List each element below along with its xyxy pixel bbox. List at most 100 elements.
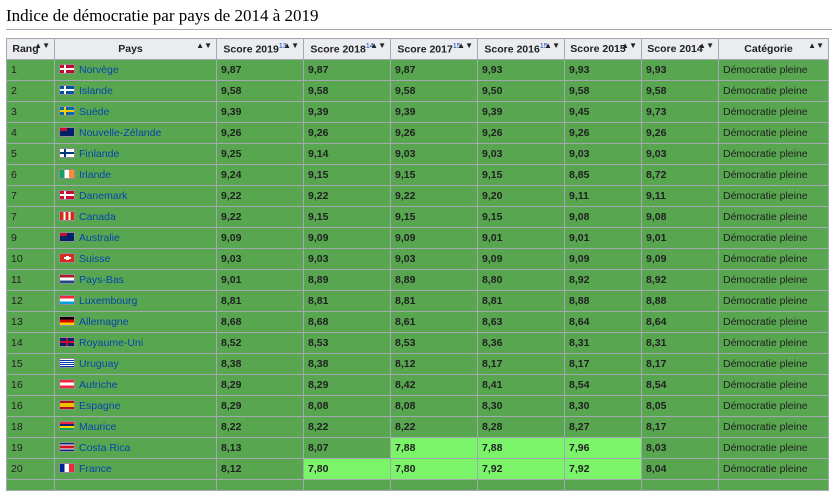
score-cell: 9,39	[216, 101, 304, 123]
score-cell: 9,15	[303, 206, 391, 228]
category-cell: Démocratie pleine	[718, 458, 829, 480]
score-cell: 8,07	[303, 437, 391, 459]
score-cell: 8,92	[564, 269, 642, 291]
column-header-score-2018[interactable]: Score 201814 ▲▼	[303, 38, 391, 60]
sort-icon[interactable]: ▲▼	[34, 42, 50, 50]
country-link[interactable]: Allemagne	[79, 316, 129, 328]
country-link[interactable]: Irlande	[79, 169, 111, 181]
sort-icon[interactable]: ▲▼	[698, 42, 714, 50]
score-cell: 9,15	[477, 164, 565, 186]
rank-cell: 4	[6, 122, 55, 144]
country-link[interactable]: Danemark	[79, 190, 127, 202]
score-cell: 9,73	[641, 101, 719, 123]
score-cell: 8,89	[303, 269, 391, 291]
sort-icon[interactable]: ▲▼	[457, 42, 473, 50]
table-body: 1 Norvège 9,87 9,87 9,87 9,93 9,93 9,93 Démocrat…	[6, 59, 829, 491]
rank-cell: 12	[6, 290, 55, 312]
france-flag-icon	[59, 463, 75, 473]
score-cell: 8,29	[216, 374, 304, 396]
score-cell: 9,11	[564, 185, 642, 207]
sort-icon[interactable]: ▲▼	[808, 42, 824, 50]
table-row: 18 Maurice 8,22 8,22 8,22 8,28 8,27 8,17 Démocra…	[6, 416, 829, 438]
country-link[interactable]: Luxembourg	[79, 295, 137, 307]
score-cell: 8,53	[390, 332, 478, 354]
table-cell	[216, 479, 304, 491]
sort-icon[interactable]: ▲▼	[544, 42, 560, 50]
rank-cell: 14	[6, 332, 55, 354]
country-link[interactable]: Nouvelle-Zélande	[79, 127, 161, 139]
score-cell: 8,38	[303, 353, 391, 375]
sort-icon[interactable]: ▲▼	[370, 42, 386, 50]
country-link[interactable]: Autriche	[79, 379, 118, 391]
country-cell: Espagne	[54, 395, 217, 417]
sort-icon[interactable]: ▲▼	[621, 42, 637, 50]
column-header-score-2016[interactable]: Score 201615 ▲▼	[477, 38, 565, 60]
sort-icon[interactable]: ▲▼	[283, 42, 299, 50]
score-cell: 9,58	[390, 80, 478, 102]
table-cell	[718, 479, 829, 491]
country-link[interactable]: Costa Rica	[79, 442, 130, 454]
country-link[interactable]: Islande	[79, 85, 113, 97]
sort-icon[interactable]: ▲▼	[196, 42, 212, 50]
rank-cell: 10	[6, 248, 55, 270]
table-row: 15 Uruguay 8,38 8,38 8,12 8,17 8,17 8,17 Démocra…	[6, 353, 829, 375]
score-cell: 8,81	[477, 290, 565, 312]
column-header-score-2019[interactable]: Score 201913 ▲▼	[216, 38, 304, 60]
column-header-rang[interactable]: Rang ▲▼	[6, 38, 55, 60]
category-cell: Démocratie pleine	[718, 437, 829, 459]
table-row: 2 Islande 9,58 9,58 9,58 9,50 9,58 9,58 Démocrat…	[6, 80, 829, 102]
category-cell: Démocratie pleine	[718, 311, 829, 333]
mauritius-flag-icon	[59, 421, 75, 431]
country-link[interactable]: France	[79, 463, 112, 475]
norway-flag-icon	[59, 64, 75, 74]
country-link[interactable]: Maurice	[79, 421, 116, 433]
score-cell: 9,03	[303, 248, 391, 270]
switzerland-flag-icon	[59, 253, 75, 263]
country-link[interactable]: Finlande	[79, 148, 119, 160]
score-cell: 8,64	[641, 311, 719, 333]
country-link[interactable]: Pays-Bas	[79, 274, 124, 286]
score-cell: 9,93	[564, 59, 642, 81]
score-cell: 9,22	[216, 185, 304, 207]
column-header-score-2015[interactable]: Score 2015 ▲▼	[564, 38, 642, 60]
rank-cell: 13	[6, 311, 55, 333]
score-cell: 9,09	[477, 248, 565, 270]
category-cell: Démocratie pleine	[718, 164, 829, 186]
column-label: Score 2014	[647, 43, 703, 55]
score-cell: 9,22	[303, 185, 391, 207]
column-header-pays[interactable]: Pays ▲▼	[54, 38, 217, 60]
country-link[interactable]: Suède	[79, 106, 109, 118]
rank-cell: 6	[6, 164, 55, 186]
country-link[interactable]: Suisse	[79, 253, 111, 265]
country-link[interactable]: Uruguay	[79, 358, 119, 370]
score-cell: 9,39	[477, 101, 565, 123]
column-header-categorie[interactable]: Catégorie ▲▼	[718, 38, 829, 60]
country-link[interactable]: Espagne	[79, 400, 120, 412]
austria-flag-icon	[59, 379, 75, 389]
score-cell: 8,92	[641, 269, 719, 291]
page-title: Indice de démocratie par pays de 2014 à …	[6, 6, 319, 25]
country-link[interactable]: Canada	[79, 211, 116, 223]
table-cell	[477, 479, 565, 491]
table-cell	[54, 479, 217, 491]
score-cell: 8,68	[216, 311, 304, 333]
score-cell: 8,63	[477, 311, 565, 333]
score-cell: 9,01	[641, 227, 719, 249]
score-cell: 9,15	[303, 164, 391, 186]
country-link[interactable]: Norvège	[79, 64, 119, 76]
table-row: 4 Nouvelle-Zélande 9,26 9,26 9,26 9,26 9,26 9,2…	[6, 122, 829, 144]
score-cell: 7,80	[390, 458, 478, 480]
country-link[interactable]: Royaume-Uni	[79, 337, 143, 349]
rank-cell: 7	[6, 206, 55, 228]
country-link[interactable]: Australie	[79, 232, 120, 244]
score-cell: 8,81	[216, 290, 304, 312]
ireland-flag-icon	[59, 169, 75, 179]
score-cell: 8,88	[564, 290, 642, 312]
table-row: 13 Allemagne 8,68 8,68 8,61 8,63 8,64 8,64 Démoc…	[6, 311, 829, 333]
table-cell	[303, 479, 391, 491]
column-header-score-2014[interactable]: Score 2014 ▲▼	[641, 38, 719, 60]
header-row: Rang ▲▼ Pays ▲▼ Score 201913 ▲▼ Score 20181…	[6, 38, 829, 60]
column-header-score-2017[interactable]: Score 201715 ▲▼	[390, 38, 478, 60]
country-cell: Finlande	[54, 143, 217, 165]
score-cell: 8,72	[641, 164, 719, 186]
